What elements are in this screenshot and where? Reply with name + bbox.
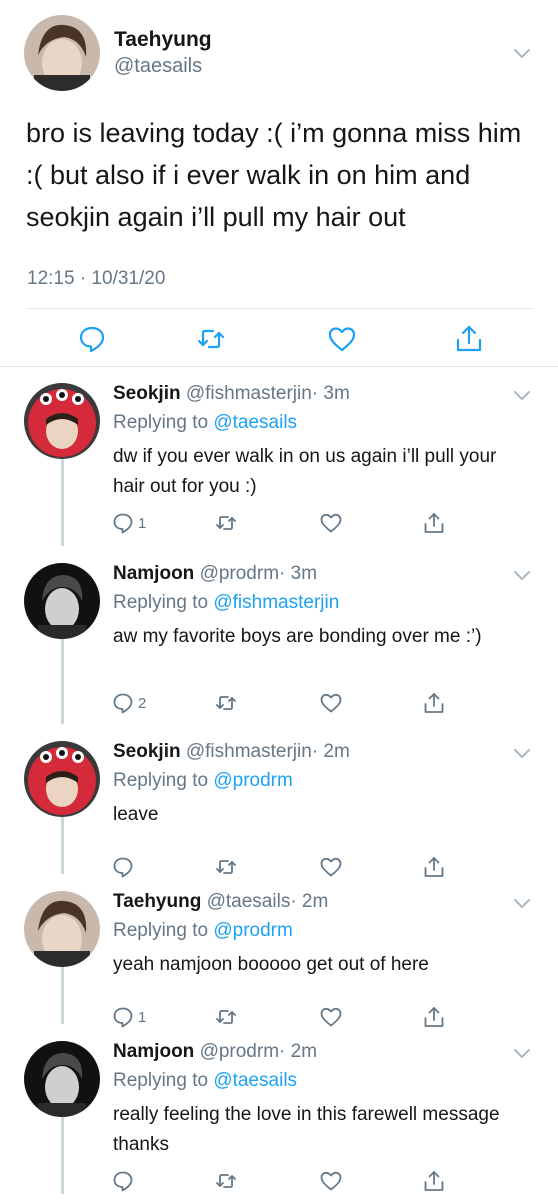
retweet-icon[interactable] bbox=[214, 1004, 238, 1030]
author-name[interactable]: Seokjin bbox=[113, 383, 181, 404]
avatar[interactable] bbox=[24, 563, 100, 639]
reply-header[interactable]: Namjoon @prodrm· 2m bbox=[113, 1041, 317, 1063]
avatar[interactable] bbox=[24, 15, 100, 91]
main-action-bar bbox=[0, 324, 558, 356]
share-icon[interactable] bbox=[422, 510, 446, 536]
divider bbox=[26, 308, 532, 309]
reply-time: · 2m bbox=[279, 1041, 318, 1062]
replying-to-link[interactable]: @taesails bbox=[213, 412, 297, 433]
reply-icon[interactable] bbox=[111, 1169, 135, 1193]
replying-to-link[interactable]: @prodrm bbox=[213, 770, 292, 791]
replying-to: Replying to @prodrm bbox=[113, 770, 293, 792]
replying-to: Replying to @taesails bbox=[113, 1070, 297, 1092]
chevron-down-icon[interactable] bbox=[511, 742, 533, 764]
avatar[interactable] bbox=[24, 1041, 100, 1117]
reply-button[interactable]: 1 bbox=[111, 510, 146, 536]
reply-icon[interactable] bbox=[111, 1005, 135, 1029]
reply-action-bar: 1 bbox=[0, 510, 558, 536]
reply-header[interactable]: Seokjin @fishmasterjin· 3m bbox=[113, 383, 350, 405]
chevron-down-icon[interactable] bbox=[511, 1042, 533, 1064]
author-name[interactable]: Namjoon bbox=[113, 563, 194, 584]
reply-header[interactable]: Seokjin @fishmasterjin· 2m bbox=[113, 741, 350, 763]
replying-prefix: Replying to bbox=[113, 920, 214, 941]
chevron-down-icon[interactable] bbox=[511, 564, 533, 586]
reply-time: · 3m bbox=[279, 563, 318, 584]
share-icon[interactable] bbox=[422, 1168, 446, 1194]
reply-time: · 3m bbox=[311, 383, 350, 404]
reply-action-bar bbox=[0, 854, 558, 880]
retweet-icon[interactable] bbox=[214, 1168, 238, 1194]
like-icon[interactable] bbox=[319, 510, 343, 536]
reply-button[interactable] bbox=[111, 1168, 138, 1194]
reply-time: · 2m bbox=[290, 891, 329, 912]
reply-icon[interactable] bbox=[111, 511, 135, 535]
like-icon[interactable] bbox=[327, 324, 357, 354]
reply-count: 1 bbox=[138, 514, 147, 532]
replying-to-link[interactable]: @taesails bbox=[213, 1070, 297, 1091]
chevron-down-icon[interactable] bbox=[511, 892, 533, 914]
reply-count: 2 bbox=[138, 694, 147, 712]
share-icon[interactable] bbox=[422, 1004, 446, 1030]
reply-action-bar: 2 bbox=[0, 690, 558, 716]
avatar[interactable] bbox=[24, 891, 100, 967]
divider bbox=[0, 366, 558, 367]
reply-time: · 2m bbox=[311, 741, 350, 762]
replying-to-link[interactable]: @fishmasterjin bbox=[213, 592, 339, 613]
replying-prefix: Replying to bbox=[113, 1070, 214, 1091]
reply-text: dw if you ever walk in on us again i’ll … bbox=[113, 446, 497, 497]
replying-to: Replying to @taesails bbox=[113, 412, 297, 434]
chevron-down-icon[interactable] bbox=[511, 384, 533, 406]
share-icon[interactable] bbox=[454, 324, 484, 354]
reply-button[interactable]: 1 bbox=[111, 1004, 146, 1030]
avatar[interactable] bbox=[24, 383, 100, 459]
tweet-timestamp[interactable]: 12:15 · 10/31/20 bbox=[27, 268, 165, 290]
author-name[interactable]: Seokjin bbox=[113, 741, 181, 762]
tweet-text: bro is leaving today :( i’m gonna miss h… bbox=[26, 118, 522, 232]
retweet-icon[interactable] bbox=[214, 510, 238, 536]
chevron-down-icon[interactable] bbox=[511, 42, 533, 64]
reply-header[interactable]: Namjoon @prodrm· 3m bbox=[113, 563, 317, 585]
avatar[interactable] bbox=[24, 741, 100, 817]
reply-text: really feeling the love in this farewell… bbox=[113, 1104, 500, 1155]
like-icon[interactable] bbox=[319, 1004, 343, 1030]
share-icon[interactable] bbox=[422, 690, 446, 716]
retweet-icon[interactable] bbox=[214, 690, 238, 716]
author-name[interactable]: Taehyung bbox=[114, 28, 212, 52]
reply-icon[interactable] bbox=[111, 691, 135, 715]
like-icon[interactable] bbox=[319, 1168, 343, 1194]
retweet-icon[interactable] bbox=[196, 324, 226, 354]
replying-prefix: Replying to bbox=[113, 592, 214, 613]
reply-header[interactable]: Taehyung @taesails· 2m bbox=[113, 891, 328, 913]
replying-prefix: Replying to bbox=[113, 770, 214, 791]
replying-to: Replying to @prodrm bbox=[113, 920, 293, 942]
share-icon[interactable] bbox=[422, 854, 446, 880]
reply-text: aw my favorite boys are bonding over me … bbox=[113, 626, 482, 647]
author-handle[interactable]: @prodrm bbox=[200, 563, 279, 584]
reply-text: yeah namjoon booooo get out of here bbox=[113, 954, 429, 975]
like-icon[interactable] bbox=[319, 854, 343, 880]
reply-icon[interactable] bbox=[111, 855, 135, 879]
reply-action-bar bbox=[0, 1168, 558, 1194]
replying-to: Replying to @fishmasterjin bbox=[113, 592, 339, 614]
reply-action-bar: 1 bbox=[0, 1004, 558, 1030]
author-handle[interactable]: @fishmasterjin bbox=[186, 741, 312, 762]
author-name[interactable]: Taehyung bbox=[113, 891, 201, 912]
author-handle[interactable]: @taesails bbox=[207, 891, 291, 912]
reply-button[interactable]: 2 bbox=[111, 690, 146, 716]
replying-prefix: Replying to bbox=[113, 412, 214, 433]
author-handle[interactable]: @taesails bbox=[114, 55, 202, 78]
author-handle[interactable]: @fishmasterjin bbox=[186, 383, 312, 404]
retweet-icon[interactable] bbox=[214, 854, 238, 880]
replying-to-link[interactable]: @prodrm bbox=[213, 920, 292, 941]
reply-button[interactable] bbox=[111, 854, 138, 880]
reply-count: 1 bbox=[138, 1008, 147, 1026]
author-name[interactable]: Namjoon bbox=[113, 1041, 194, 1062]
author-handle[interactable]: @prodrm bbox=[200, 1041, 279, 1062]
like-icon[interactable] bbox=[319, 690, 343, 716]
reply-text: leave bbox=[113, 804, 159, 825]
reply-icon[interactable] bbox=[77, 324, 107, 354]
